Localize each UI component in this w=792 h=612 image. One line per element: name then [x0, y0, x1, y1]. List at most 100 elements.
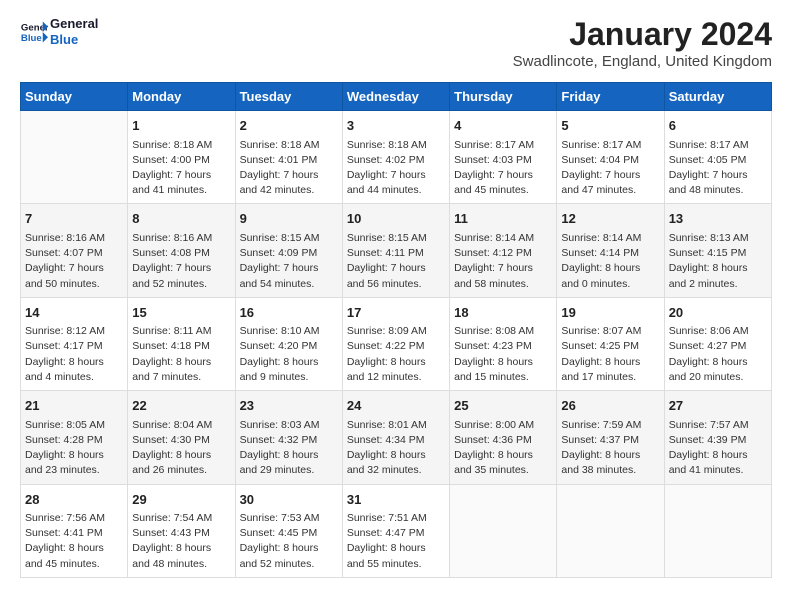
- calendar-cell: 23Sunrise: 8:03 AMSunset: 4:32 PMDayligh…: [235, 391, 342, 484]
- calendar-cell: 25Sunrise: 8:00 AMSunset: 4:36 PMDayligh…: [450, 391, 557, 484]
- calendar-cell: 20Sunrise: 8:06 AMSunset: 4:27 PMDayligh…: [664, 297, 771, 390]
- sunset-label: Sunset: 4:01 PM: [240, 154, 318, 166]
- daylight-label: Daylight: 7 hours and 50 minutes.: [25, 262, 104, 289]
- daylight-label: Daylight: 7 hours and 54 minutes.: [240, 262, 319, 289]
- calendar-cell: 2Sunrise: 8:18 AMSunset: 4:01 PMDaylight…: [235, 111, 342, 204]
- sunrise-label: Sunrise: 8:01 AM: [347, 419, 427, 431]
- day-number: 14: [25, 303, 123, 323]
- daylight-label: Daylight: 7 hours and 42 minutes.: [240, 169, 319, 196]
- sunrise-label: Sunrise: 7:54 AM: [132, 512, 212, 524]
- day-number: 22: [132, 396, 230, 416]
- day-info: Sunrise: 8:18 AMSunset: 4:02 PMDaylight:…: [347, 138, 445, 199]
- sunset-label: Sunset: 4:11 PM: [347, 247, 424, 259]
- logo-icon: General Blue: [20, 18, 48, 46]
- day-number: 15: [132, 303, 230, 323]
- day-number: 1: [132, 116, 230, 136]
- calendar-week-row: 28Sunrise: 7:56 AMSunset: 4:41 PMDayligh…: [21, 484, 772, 577]
- sunset-label: Sunset: 4:02 PM: [347, 154, 425, 166]
- day-info: Sunrise: 8:03 AMSunset: 4:32 PMDaylight:…: [240, 418, 338, 479]
- weekday-header-tuesday: Tuesday: [235, 83, 342, 111]
- day-info: Sunrise: 7:59 AMSunset: 4:37 PMDaylight:…: [561, 418, 659, 479]
- day-info: Sunrise: 8:13 AMSunset: 4:15 PMDaylight:…: [669, 231, 767, 292]
- day-info: Sunrise: 7:53 AMSunset: 4:45 PMDaylight:…: [240, 511, 338, 572]
- calendar-cell: 7Sunrise: 8:16 AMSunset: 4:07 PMDaylight…: [21, 204, 128, 297]
- calendar-week-row: 21Sunrise: 8:05 AMSunset: 4:28 PMDayligh…: [21, 391, 772, 484]
- day-info: Sunrise: 8:10 AMSunset: 4:20 PMDaylight:…: [240, 324, 338, 385]
- sunset-label: Sunset: 4:27 PM: [669, 340, 747, 352]
- daylight-label: Daylight: 8 hours and 45 minutes.: [25, 542, 104, 569]
- calendar-week-row: 7Sunrise: 8:16 AMSunset: 4:07 PMDaylight…: [21, 204, 772, 297]
- sunset-label: Sunset: 4:08 PM: [132, 247, 210, 259]
- weekday-header-friday: Friday: [557, 83, 664, 111]
- sunset-label: Sunset: 4:18 PM: [132, 340, 210, 352]
- daylight-label: Daylight: 8 hours and 9 minutes.: [240, 356, 319, 383]
- daylight-label: Daylight: 8 hours and 23 minutes.: [25, 449, 104, 476]
- sunset-label: Sunset: 4:15 PM: [669, 247, 747, 259]
- daylight-label: Daylight: 7 hours and 45 minutes.: [454, 169, 533, 196]
- day-number: 3: [347, 116, 445, 136]
- daylight-label: Daylight: 8 hours and 41 minutes.: [669, 449, 748, 476]
- calendar-cell: 19Sunrise: 8:07 AMSunset: 4:25 PMDayligh…: [557, 297, 664, 390]
- sunrise-label: Sunrise: 8:00 AM: [454, 419, 534, 431]
- sunset-label: Sunset: 4:03 PM: [454, 154, 532, 166]
- calendar-cell: 3Sunrise: 8:18 AMSunset: 4:02 PMDaylight…: [342, 111, 449, 204]
- sunrise-label: Sunrise: 8:08 AM: [454, 325, 534, 337]
- sunset-label: Sunset: 4:39 PM: [669, 434, 747, 446]
- daylight-label: Daylight: 7 hours and 52 minutes.: [132, 262, 211, 289]
- calendar-cell: 9Sunrise: 8:15 AMSunset: 4:09 PMDaylight…: [235, 204, 342, 297]
- daylight-label: Daylight: 8 hours and 17 minutes.: [561, 356, 640, 383]
- calendar-cell: 26Sunrise: 7:59 AMSunset: 4:37 PMDayligh…: [557, 391, 664, 484]
- day-number: 7: [25, 209, 123, 229]
- daylight-label: Daylight: 8 hours and 12 minutes.: [347, 356, 426, 383]
- sunrise-label: Sunrise: 8:03 AM: [240, 419, 320, 431]
- day-number: 23: [240, 396, 338, 416]
- sunrise-label: Sunrise: 8:09 AM: [347, 325, 427, 337]
- day-number: 24: [347, 396, 445, 416]
- day-number: 20: [669, 303, 767, 323]
- day-info: Sunrise: 8:14 AMSunset: 4:12 PMDaylight:…: [454, 231, 552, 292]
- sunrise-label: Sunrise: 8:13 AM: [669, 232, 749, 244]
- calendar-table: SundayMondayTuesdayWednesdayThursdayFrid…: [20, 82, 772, 578]
- day-number: 8: [132, 209, 230, 229]
- calendar-cell: [557, 484, 664, 577]
- sunrise-label: Sunrise: 8:12 AM: [25, 325, 105, 337]
- sunset-label: Sunset: 4:32 PM: [240, 434, 318, 446]
- day-info: Sunrise: 8:08 AMSunset: 4:23 PMDaylight:…: [454, 324, 552, 385]
- sunrise-label: Sunrise: 8:18 AM: [132, 139, 212, 151]
- calendar-cell: 13Sunrise: 8:13 AMSunset: 4:15 PMDayligh…: [664, 204, 771, 297]
- sunrise-label: Sunrise: 7:53 AM: [240, 512, 320, 524]
- daylight-label: Daylight: 8 hours and 0 minutes.: [561, 262, 640, 289]
- day-info: Sunrise: 8:18 AMSunset: 4:01 PMDaylight:…: [240, 138, 338, 199]
- weekday-header-saturday: Saturday: [664, 83, 771, 111]
- calendar-cell: 10Sunrise: 8:15 AMSunset: 4:11 PMDayligh…: [342, 204, 449, 297]
- weekday-header-wednesday: Wednesday: [342, 83, 449, 111]
- day-info: Sunrise: 8:01 AMSunset: 4:34 PMDaylight:…: [347, 418, 445, 479]
- day-number: 27: [669, 396, 767, 416]
- day-number: 13: [669, 209, 767, 229]
- logo-line1: General: [50, 16, 98, 32]
- daylight-label: Daylight: 7 hours and 56 minutes.: [347, 262, 426, 289]
- sunset-label: Sunset: 4:12 PM: [454, 247, 532, 259]
- day-number: 10: [347, 209, 445, 229]
- sunset-label: Sunset: 4:47 PM: [347, 527, 425, 539]
- day-number: 31: [347, 490, 445, 510]
- day-info: Sunrise: 8:15 AMSunset: 4:09 PMDaylight:…: [240, 231, 338, 292]
- day-number: 6: [669, 116, 767, 136]
- daylight-label: Daylight: 7 hours and 41 minutes.: [132, 169, 211, 196]
- sunset-label: Sunset: 4:43 PM: [132, 527, 210, 539]
- sunrise-label: Sunrise: 8:17 AM: [561, 139, 641, 151]
- calendar-cell: 28Sunrise: 7:56 AMSunset: 4:41 PMDayligh…: [21, 484, 128, 577]
- calendar-subtitle: Swadlincote, England, United Kingdom: [513, 53, 772, 70]
- sunrise-label: Sunrise: 8:10 AM: [240, 325, 320, 337]
- sunrise-label: Sunrise: 8:16 AM: [25, 232, 105, 244]
- title-block: January 2024 Swadlincote, England, Unite…: [513, 16, 772, 70]
- weekday-header-row: SundayMondayTuesdayWednesdayThursdayFrid…: [21, 83, 772, 111]
- day-info: Sunrise: 8:12 AMSunset: 4:17 PMDaylight:…: [25, 324, 123, 385]
- sunset-label: Sunset: 4:22 PM: [347, 340, 425, 352]
- sunset-label: Sunset: 4:41 PM: [25, 527, 103, 539]
- day-info: Sunrise: 8:00 AMSunset: 4:36 PMDaylight:…: [454, 418, 552, 479]
- logo-line2: Blue: [50, 32, 98, 48]
- daylight-label: Daylight: 8 hours and 52 minutes.: [240, 542, 319, 569]
- sunrise-label: Sunrise: 8:04 AM: [132, 419, 212, 431]
- day-number: 4: [454, 116, 552, 136]
